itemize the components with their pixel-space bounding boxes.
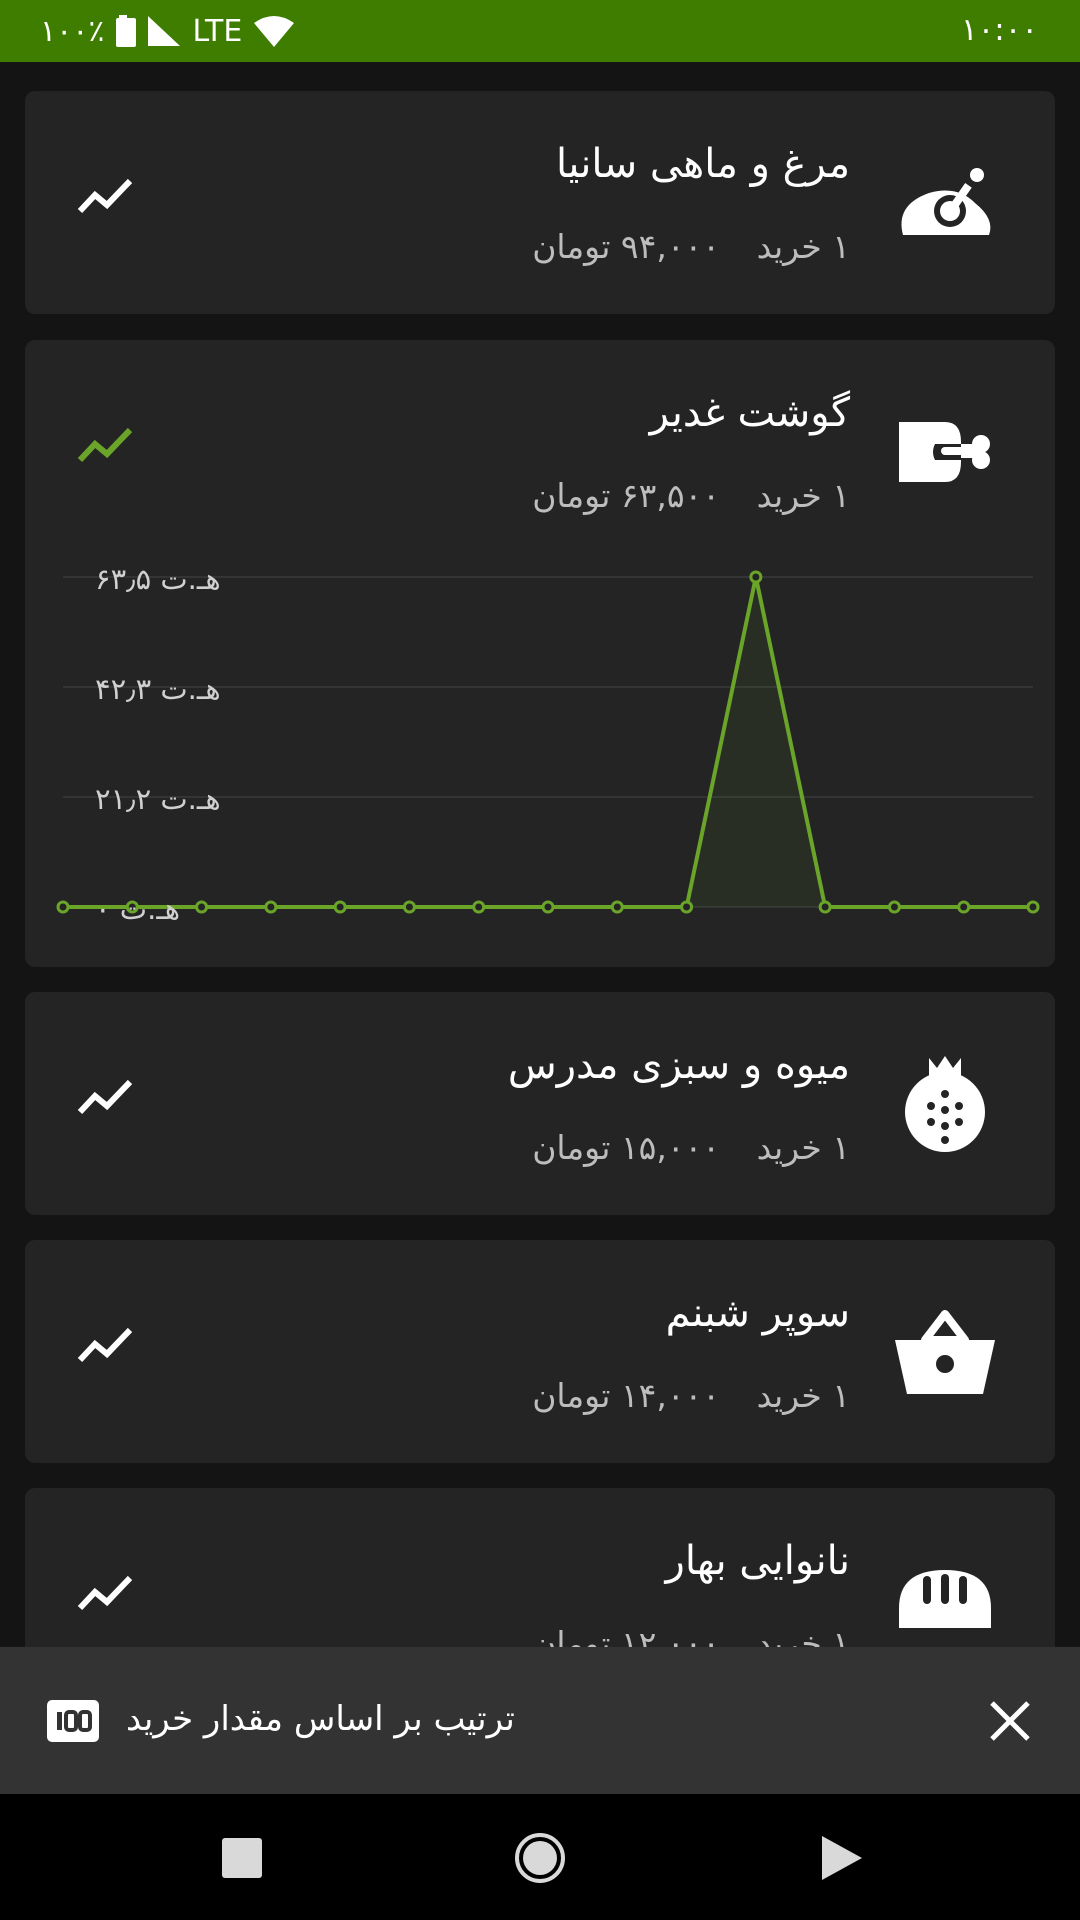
list-item[interactable]: سوپر شبنم ۱ خرید ۱۴,۰۰۰ تومان [25, 1240, 1055, 1463]
chicken-icon [901, 168, 991, 235]
trend-icon[interactable] [77, 1324, 133, 1364]
purchase-count: ۱ خرید [756, 227, 850, 266]
list-item[interactable]: میوه و سبزی مدرس ۱ خرید ۱۵,۰۰۰ تومان [25, 992, 1055, 1215]
series-line [63, 576, 1033, 909]
battery-level: ۱۰۰٪ [40, 13, 105, 49]
trend-icon-active[interactable] [77, 424, 133, 464]
total-amount: ۱۴,۰۰۰ تومان [532, 1376, 720, 1415]
data-point [1026, 900, 1040, 914]
total-amount: ۱۵,۰۰۰ تومان [532, 1128, 720, 1167]
data-point [56, 900, 70, 914]
home-icon[interactable] [512, 1830, 568, 1886]
recents-icon[interactable] [214, 1830, 270, 1886]
list-item[interactable]: مرغ و ماهی سانیا ۱ خرید ۹۴,۰۰۰ تومان [25, 91, 1055, 314]
data-point [472, 900, 486, 914]
data-point [680, 900, 694, 914]
data-point [195, 900, 209, 914]
sort-icon [47, 1700, 99, 1742]
meat-icon [899, 422, 990, 482]
bread-icon [899, 1570, 991, 1628]
y-tick-label: ۴۲٫۳ هـ.ت [95, 672, 221, 706]
data-point [749, 570, 763, 584]
series-area [63, 577, 1033, 907]
back-icon[interactable] [812, 1830, 868, 1886]
total-amount: ۹۴,۰۰۰ تومان [532, 227, 720, 266]
y-tick-label: ۶۳٫۵ هـ.ت [95, 562, 221, 596]
wifi-icon [254, 16, 295, 47]
status-time: ۱۰:۰۰ [960, 12, 1038, 48]
purchase-count: ۱ خرید [756, 1128, 850, 1167]
status-indicators: ۱۰۰٪ LTE [40, 8, 295, 54]
store-name: مرغ و ماهی سانیا [556, 141, 850, 187]
data-point [264, 900, 278, 914]
trend-icon[interactable] [77, 175, 133, 215]
basket-icon [895, 1310, 995, 1394]
price-chart: ۰ هـ.ت ۲۱٫۲ هـ.ت ۴۲٫۳ هـ.ت ۶۳٫۵ هـ.ت [56, 562, 1040, 926]
status-bar: ۱۰۰٪ LTE ۱۰:۰۰ [0, 0, 1080, 62]
trend-icon[interactable] [77, 1572, 133, 1612]
purchase-count: ۱ خرید [756, 1376, 850, 1415]
trend-icon[interactable] [77, 1076, 133, 1116]
y-tick-label: ۲۱٫۲ هـ.ت [95, 782, 221, 816]
purchase-count: ۱ خرید [756, 476, 850, 515]
battery-icon [116, 15, 137, 47]
store-name: نانوایی بهار [665, 1538, 851, 1584]
snackbar-message: ترتیب بر اساس مقدار خرید [126, 1699, 515, 1739]
list-item-expanded[interactable]: گوشت غدیر ۱ خرید ۶۳,۵۰۰ تومان ۰ هـ.ت ۲۱٫۲… [25, 340, 1055, 967]
network-type: LTE [192, 13, 243, 49]
total-amount: ۶۳,۵۰۰ تومان [532, 476, 720, 515]
store-name: سوپر شبنم [665, 1290, 850, 1336]
navigation-bar [0, 1794, 1080, 1920]
data-point [957, 900, 971, 914]
data-point [818, 900, 832, 914]
snackbar: ترتیب بر اساس مقدار خرید [0, 1647, 1080, 1794]
data-point [610, 900, 624, 914]
store-name: گوشت غدیر [649, 390, 850, 436]
data-point [541, 900, 555, 914]
store-name: میوه و سبزی مدرس [507, 1042, 850, 1088]
close-icon[interactable] [982, 1693, 1038, 1749]
data-point [402, 900, 416, 914]
cell-signal-icon [148, 16, 181, 46]
pomegranate-icon [905, 1056, 985, 1152]
data-point [333, 900, 347, 914]
data-point [887, 900, 901, 914]
y-tick-label: ۰ هـ.ت [95, 892, 180, 926]
